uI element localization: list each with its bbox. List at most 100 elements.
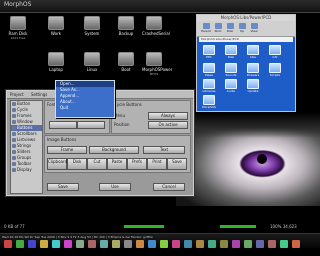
toolbar-button-print[interactable]: Print bbox=[147, 158, 167, 170]
sidebar-item[interactable]: Display bbox=[11, 167, 42, 173]
folder-item[interactable]: Update bbox=[245, 79, 261, 93]
menu-item-quit[interactable]: Quit bbox=[56, 105, 114, 111]
parent-tool-button[interactable]: Parent bbox=[201, 22, 211, 33]
dock-app-icon[interactable] bbox=[172, 240, 180, 248]
project-popup-menu[interactable]: Open... Save As... Append... About... Qu… bbox=[55, 80, 115, 118]
dock-app-icon[interactable] bbox=[16, 240, 24, 248]
dock-app-icon[interactable] bbox=[292, 240, 300, 248]
dock-app-icon[interactable] bbox=[196, 240, 204, 248]
desktop-icon-ram-disk[interactable]: Ram Disk 1024 Free bbox=[6, 16, 30, 40]
menu-project[interactable]: Project bbox=[7, 91, 27, 98]
toolbar-button-save[interactable]: Save bbox=[167, 158, 187, 170]
status-line: 0 KB of 77 100% 34,623 bbox=[4, 224, 297, 229]
dock-app-icon[interactable] bbox=[64, 240, 72, 248]
toolbar-button-paste[interactable]: Paste bbox=[107, 158, 127, 170]
view-tool-button[interactable]: View bbox=[249, 22, 259, 33]
dock-app-icon[interactable] bbox=[40, 240, 48, 248]
dock-app-icon[interactable] bbox=[268, 240, 276, 248]
desktop-icon-morphospower[interactable]: MorphOSPower MFOS bbox=[142, 52, 172, 76]
file-manager-window[interactable]: MorphOS:Libs/Power/PCD Parent Root Disk … bbox=[196, 14, 296, 112]
dock-app-icon[interactable] bbox=[208, 240, 216, 248]
folder-item[interactable]: Sounds bbox=[223, 63, 239, 77]
cycle-buttons-group: Cycle Buttons Menu Always Position On ac… bbox=[111, 100, 191, 134]
folder-icon bbox=[247, 45, 259, 55]
image-buttons-group: Image Buttons Frame Background Text Clip… bbox=[44, 135, 191, 173]
cancel-button[interactable]: Cancel bbox=[153, 183, 185, 191]
mem-meter bbox=[220, 225, 256, 228]
up-tool-button[interactable]: Up bbox=[237, 22, 247, 33]
toolbar-button-clipboard[interactable]: Clipboard bbox=[47, 158, 67, 170]
folder-item[interactable]: Audio bbox=[223, 79, 239, 93]
folder-item[interactable]: Drawers bbox=[245, 63, 261, 77]
dock-app-icon[interactable] bbox=[232, 240, 240, 248]
desktop-icon-system[interactable]: System bbox=[80, 16, 104, 36]
frame-tab[interactable]: Frame bbox=[47, 146, 87, 154]
dock-app-icon[interactable] bbox=[280, 240, 288, 248]
dock-app-icon[interactable] bbox=[4, 240, 12, 248]
dock-app-icon[interactable] bbox=[28, 240, 36, 248]
folder-icon bbox=[247, 79, 259, 89]
folder-item[interactable]: Gfx bbox=[267, 45, 283, 59]
menu-cycle[interactable]: Always bbox=[148, 112, 188, 120]
dock-app-icon[interactable] bbox=[136, 240, 144, 248]
dock-app-icon[interactable] bbox=[76, 240, 84, 248]
dock-app-icon[interactable] bbox=[184, 240, 192, 248]
folder-icon bbox=[203, 95, 215, 105]
desktop-icon-crashed[interactable]: CrashedSerial bbox=[142, 16, 170, 36]
dock-app-icon[interactable] bbox=[220, 240, 228, 248]
font-style-button[interactable] bbox=[77, 121, 105, 129]
settings-sidebar: Button Cycle Frames Window Buttons Scrol… bbox=[10, 100, 43, 194]
folder-icon bbox=[203, 63, 215, 73]
disk-icon bbox=[48, 52, 64, 66]
desktop-icon-linux[interactable]: Linux bbox=[80, 52, 104, 72]
disk-tool-button[interactable]: Disk bbox=[225, 22, 235, 33]
folder-item[interactable]: Disk bbox=[223, 45, 239, 59]
dock-app-icon[interactable] bbox=[52, 240, 60, 248]
dock: Wed 10:16 Mo Wz Dr Sep Tue 2009 | 3 Nov … bbox=[0, 233, 320, 248]
font-select-button[interactable] bbox=[49, 121, 77, 129]
disk-icon bbox=[146, 16, 162, 30]
text-tab[interactable]: Text bbox=[143, 146, 185, 154]
desktop-icon-laptop[interactable]: Laptop bbox=[44, 52, 68, 72]
desktop-icon-boot[interactable]: Boot bbox=[114, 52, 138, 72]
folder-icon bbox=[225, 79, 237, 89]
position-cycle[interactable]: On active bbox=[148, 121, 188, 129]
dock-app-icon[interactable] bbox=[112, 240, 120, 248]
folder-item[interactable]: MorphOS bbox=[201, 95, 217, 109]
dock-app-icon[interactable] bbox=[244, 240, 252, 248]
cpu-meter bbox=[124, 225, 164, 228]
folder-item[interactable]: PPC bbox=[201, 45, 217, 59]
file-window-toolbar: Parent Root Disk Up View bbox=[197, 21, 295, 37]
folder-icon bbox=[203, 45, 215, 55]
menu-settings[interactable]: Settings bbox=[28, 91, 50, 98]
folder-item[interactable]: Libraries bbox=[201, 79, 217, 93]
eyelid-shadow bbox=[176, 112, 320, 138]
folder-item[interactable]: Pipes bbox=[201, 63, 217, 77]
top-menubar: MorphOS bbox=[0, 0, 320, 13]
toolbar-button-prefs[interactable]: Prefs bbox=[127, 158, 147, 170]
disk-icon bbox=[48, 16, 64, 30]
dock-app-icon[interactable] bbox=[148, 240, 156, 248]
folder-item[interactable]: Scripts bbox=[267, 63, 283, 77]
root-tool-button[interactable]: Root bbox=[213, 22, 223, 33]
background-tab[interactable]: Background bbox=[89, 146, 139, 154]
dock-app-icon[interactable] bbox=[100, 240, 108, 248]
path-field[interactable]: MorphOS:Libs/Power/PCD bbox=[199, 37, 293, 42]
toolbar-button-disk[interactable]: Disk bbox=[67, 158, 87, 170]
dock-app-icon[interactable] bbox=[88, 240, 96, 248]
desktop-icon-work[interactable]: Work bbox=[44, 16, 68, 36]
folder-icon bbox=[269, 45, 281, 55]
disk-icon bbox=[84, 16, 100, 30]
save-button[interactable]: Save bbox=[47, 183, 79, 191]
dock-app-icon[interactable] bbox=[256, 240, 264, 248]
folder-icon bbox=[225, 63, 237, 73]
use-button[interactable]: Use bbox=[99, 183, 131, 191]
folder-item[interactable]: Libs bbox=[245, 45, 261, 59]
toolbar-button-cut[interactable]: Cut bbox=[87, 158, 107, 170]
desktop-icon-backup[interactable]: Backup bbox=[114, 16, 138, 36]
dock-app-icon[interactable] bbox=[124, 240, 132, 248]
disk-icon bbox=[84, 52, 100, 66]
folder-icon bbox=[203, 79, 215, 89]
topbar-title: MorphOS bbox=[4, 1, 32, 8]
dock-app-icon[interactable] bbox=[160, 240, 168, 248]
